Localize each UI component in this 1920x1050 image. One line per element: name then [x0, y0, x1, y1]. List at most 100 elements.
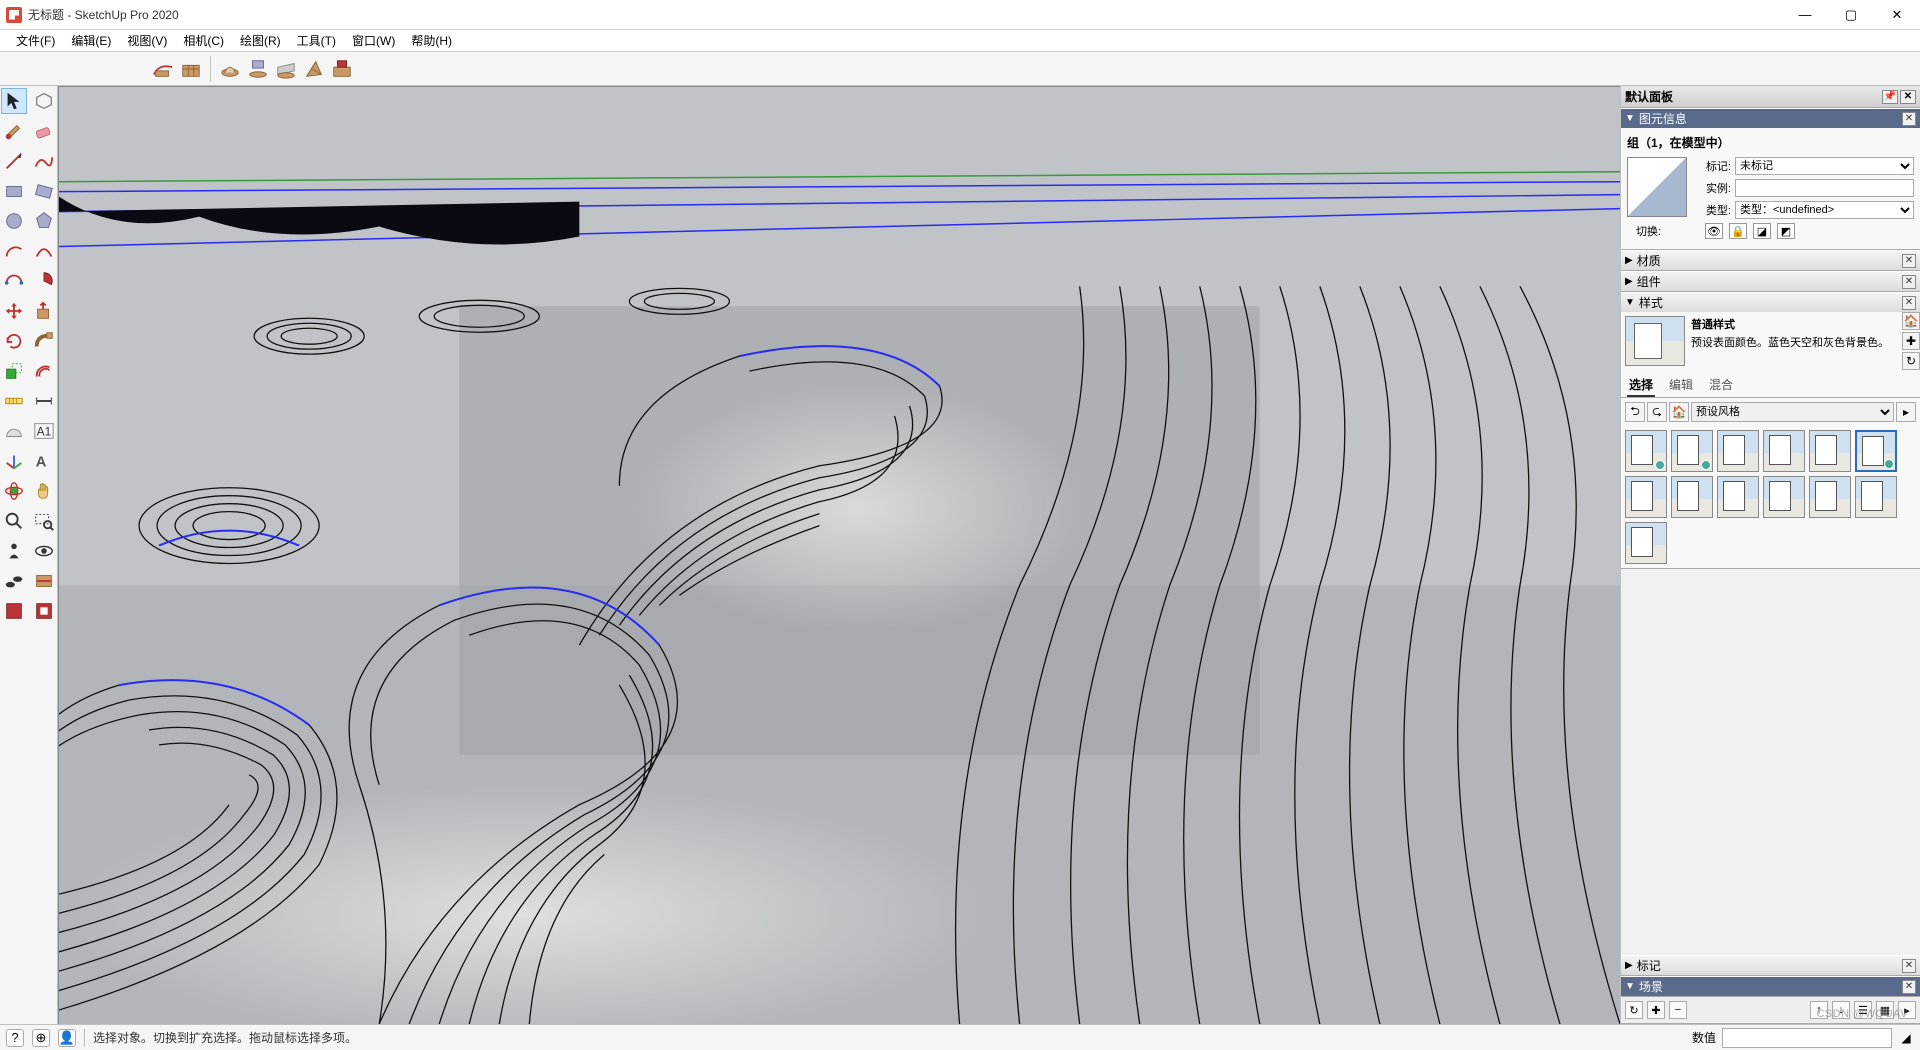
menu-window[interactable]: 窗口(W)	[344, 30, 403, 51]
panel-components-header[interactable]: ▶组件✕	[1621, 271, 1920, 291]
tool-scale[interactable]	[1, 358, 27, 384]
style-item[interactable]	[1717, 430, 1759, 472]
tool-position-cam[interactable]	[1, 538, 27, 564]
style-new-button[interactable]: ✚	[1902, 332, 1920, 350]
style-refresh-button[interactable]: ↻	[1902, 352, 1920, 370]
menu-file[interactable]: 文件(F)	[8, 30, 63, 51]
panel-entity-info-header[interactable]: ▼图元信息 ✕	[1621, 108, 1920, 128]
toggle-shadow-rec[interactable]: ◩	[1777, 223, 1795, 239]
style-item[interactable]	[1763, 430, 1805, 472]
toggle-shadow-cast[interactable]: ◪	[1753, 223, 1771, 239]
scenes-close[interactable]: ✕	[1902, 980, 1916, 994]
tool-offset[interactable]	[31, 358, 57, 384]
entity-type-select[interactable]: 类型：<undefined>	[1735, 201, 1914, 219]
toggle-lock[interactable]: 🔒	[1729, 223, 1747, 239]
tool-pan[interactable]	[31, 478, 57, 504]
tb-sandbox-smoove[interactable]	[217, 56, 243, 82]
menu-help[interactable]: 帮助(H)	[403, 30, 460, 51]
tool-circle[interactable]	[1, 208, 27, 234]
menu-view[interactable]: 视图(V)	[119, 30, 175, 51]
style-item[interactable]	[1855, 476, 1897, 518]
tool-line[interactable]	[1, 148, 27, 174]
tool-tape[interactable]	[1, 388, 27, 414]
tool-polygon[interactable]	[31, 208, 57, 234]
styles-home[interactable]: 🏠	[1669, 402, 1689, 422]
style-item[interactable]	[1855, 430, 1897, 472]
style-item[interactable]	[1809, 430, 1851, 472]
tool-text[interactable]: A1	[31, 418, 57, 444]
tool-axes[interactable]	[1, 448, 27, 474]
panel-tags-header[interactable]: ▶标记✕	[1621, 955, 1920, 975]
entity-instance-input[interactable]	[1735, 179, 1914, 197]
tool-paint[interactable]	[1, 118, 27, 144]
tb-sandbox-stamp[interactable]	[245, 56, 271, 82]
menu-camera[interactable]: 相机(C)	[175, 30, 232, 51]
tool-rotate[interactable]	[1, 328, 27, 354]
panel-scenes-header[interactable]: ▼场景✕	[1621, 976, 1920, 996]
styles-collection-select[interactable]: 预设风格	[1691, 402, 1894, 422]
scene-add[interactable]: ✚	[1647, 1001, 1665, 1019]
scene-remove[interactable]: −	[1669, 1001, 1687, 1019]
panel-styles-header[interactable]: ▼样式✕	[1621, 292, 1920, 312]
tool-style-builder[interactable]	[1, 598, 27, 624]
window-close-button[interactable]: ✕	[1874, 0, 1920, 30]
tool-eraser[interactable]	[31, 118, 57, 144]
tray-header[interactable]: 默认面板 📌 ✕	[1621, 86, 1920, 108]
tool-zoom[interactable]	[1, 508, 27, 534]
materials-close[interactable]: ✕	[1902, 254, 1916, 268]
styles-tab-edit[interactable]: 编辑	[1667, 374, 1695, 397]
status-resize-grip[interactable]: ◢	[1898, 1030, 1914, 1046]
tool-freehand[interactable]	[31, 148, 57, 174]
styles-fwd[interactable]: ⮎	[1647, 402, 1667, 422]
status-geo-icon[interactable]: ⊕	[32, 1029, 50, 1047]
style-item[interactable]	[1763, 476, 1805, 518]
tags-close[interactable]: ✕	[1902, 959, 1916, 973]
tool-move[interactable]	[1, 298, 27, 324]
style-item[interactable]	[1717, 476, 1759, 518]
styles-back[interactable]: ⮌	[1625, 402, 1645, 422]
style-item[interactable]	[1809, 476, 1851, 518]
tool-protractor[interactable]	[1, 418, 27, 444]
styles-tab-mix[interactable]: 混合	[1707, 374, 1735, 397]
tray-close-button[interactable]: ✕	[1900, 90, 1916, 104]
tool-pie[interactable]	[31, 268, 57, 294]
tool-dim[interactable]	[31, 388, 57, 414]
tool-3pt-arc[interactable]	[1, 268, 27, 294]
tool-followme[interactable]	[31, 328, 57, 354]
tool-zoom-window[interactable]	[31, 508, 57, 534]
tool-rectangle[interactable]	[1, 178, 27, 204]
tb-sandbox-flip[interactable]	[329, 56, 355, 82]
tb-sandbox-drape[interactable]	[273, 56, 299, 82]
styles-close[interactable]: ✕	[1902, 296, 1916, 310]
menu-draw[interactable]: 绘图(R)	[232, 30, 289, 51]
tool-arc[interactable]	[1, 238, 27, 264]
tool-look[interactable]	[31, 538, 57, 564]
tb-sandbox-detail[interactable]	[301, 56, 327, 82]
tool-3dtext[interactable]: A	[31, 448, 57, 474]
style-item[interactable]	[1625, 522, 1667, 564]
tool-extension[interactable]	[31, 598, 57, 624]
tool-2pt-arc[interactable]	[31, 238, 57, 264]
components-close[interactable]: ✕	[1902, 275, 1916, 289]
panel-materials-header[interactable]: ▶材质✕	[1621, 250, 1920, 270]
model-viewport[interactable]	[58, 86, 1620, 1024]
menu-tools[interactable]: 工具(T)	[289, 30, 344, 51]
window-minimize-button[interactable]: —	[1782, 0, 1828, 30]
style-item[interactable]	[1625, 430, 1667, 472]
style-item[interactable]	[1625, 476, 1667, 518]
tool-pushpull[interactable]	[31, 298, 57, 324]
tool-orbit[interactable]	[1, 478, 27, 504]
style-update-button[interactable]: 🏠	[1902, 312, 1920, 330]
menu-edit[interactable]: 编辑(E)	[63, 30, 119, 51]
toggle-hidden[interactable]: 👁	[1705, 223, 1723, 239]
styles-menu[interactable]: ▸	[1896, 402, 1916, 422]
tb-sandbox-scratch[interactable]	[178, 56, 204, 82]
status-help-icon[interactable]: ?	[6, 1029, 24, 1047]
window-maximize-button[interactable]: ▢	[1828, 0, 1874, 30]
tool-component[interactable]	[31, 88, 57, 114]
style-item[interactable]	[1671, 476, 1713, 518]
scene-update[interactable]: ↻	[1625, 1001, 1643, 1019]
styles-tab-select[interactable]: 选择	[1627, 374, 1655, 397]
status-credits-icon[interactable]: 👤	[58, 1029, 76, 1047]
tool-rot-rect[interactable]	[31, 178, 57, 204]
